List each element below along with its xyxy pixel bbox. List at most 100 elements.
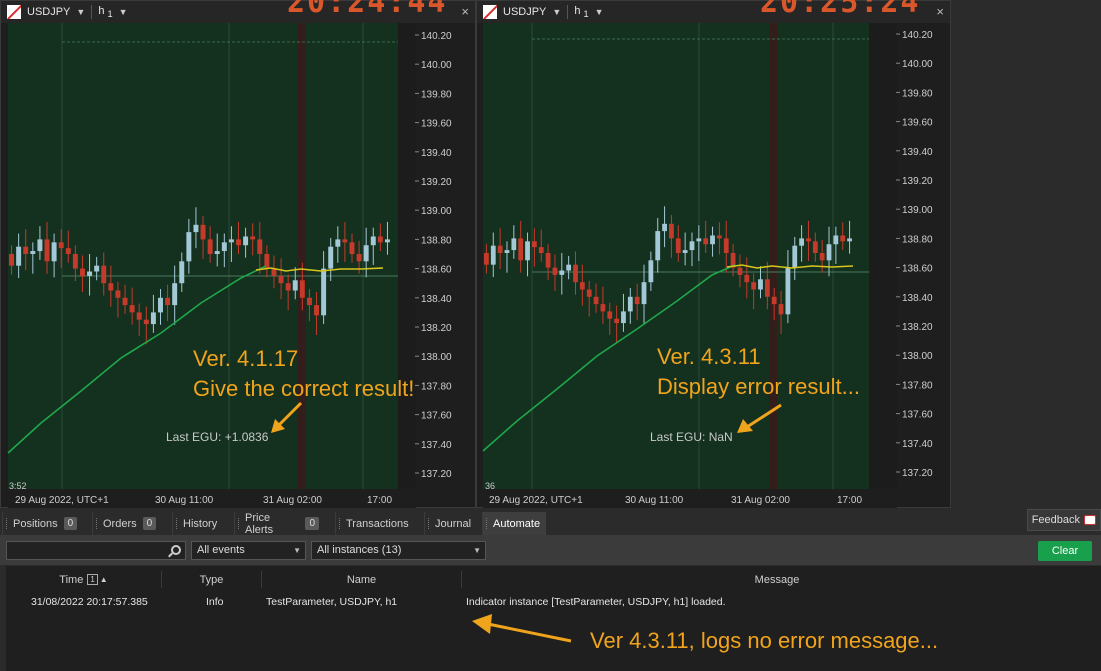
timeframe-selector[interactable]: h 1 xyxy=(574,5,588,19)
symbol-selector[interactable]: USDJPY xyxy=(27,6,70,18)
close-icon[interactable]: × xyxy=(461,4,469,19)
future-area xyxy=(398,23,416,489)
cell-message: Indicator instance [TestParameter, USDJP… xyxy=(466,596,726,608)
candle-body xyxy=(840,235,846,242)
drag-handle-icon[interactable] xyxy=(339,518,341,529)
candle-body xyxy=(179,261,185,284)
candle-body xyxy=(200,224,206,240)
chart-panel-2[interactable]: USDJPY ▼ h 1 ▼ 20:25:24 × 140.20 140.00 13… xyxy=(476,0,951,509)
tab-price-alerts[interactable]: Price Alerts 0 xyxy=(234,512,326,536)
tab-label: Positions xyxy=(13,517,58,530)
drag-handle-icon[interactable] xyxy=(176,518,178,529)
candle-body xyxy=(342,239,348,243)
clock-overlay: 20:25:24 xyxy=(760,0,921,20)
x-tick-label: 17:00 xyxy=(837,495,862,506)
y-tick-label: 139.40 xyxy=(421,148,452,159)
events-select[interactable]: All events ▼ xyxy=(191,541,306,560)
chevron-down-icon[interactable]: ▼ xyxy=(76,7,85,17)
candle-body xyxy=(243,236,249,246)
feedback-button[interactable]: Feedback xyxy=(1026,509,1101,531)
cell-time: 31/08/2022 20:17:57.385 xyxy=(31,596,148,608)
y-tick-label: 139.20 xyxy=(902,176,933,187)
candle-body xyxy=(115,290,121,298)
annotation-line: Ver. 4.3.11 xyxy=(657,344,761,369)
candle-body xyxy=(669,223,674,239)
column-label: Time xyxy=(59,573,84,586)
candle-body xyxy=(545,253,551,268)
last-egu-label: Last EGU: +1.0836 xyxy=(166,430,269,444)
x-tick-label: 31 Aug 02:00 xyxy=(263,495,322,506)
automate-toolbar: All events ▼ All instances (13) ▼ Clear xyxy=(0,535,1101,565)
header-divider xyxy=(567,5,569,19)
timeframe-selector[interactable]: h 1 xyxy=(98,5,112,19)
chart-panel-1[interactable]: USDJPY ▼ h 1 ▼ 20:24:44 × 140.20 140.00 13… xyxy=(0,0,476,509)
tab-transactions[interactable]: Transactions xyxy=(335,512,419,535)
y-tick-label: 139.80 xyxy=(902,88,933,99)
chevron-down-icon[interactable]: ▼ xyxy=(119,7,128,17)
drag-handle-icon[interactable] xyxy=(486,518,488,529)
right-background xyxy=(951,0,1101,508)
y-tick-label: 138.40 xyxy=(421,294,452,305)
candle-body xyxy=(497,245,503,253)
candle-body xyxy=(559,270,565,275)
tab-history[interactable]: History xyxy=(172,512,228,535)
x-tick-label: 31 Aug 02:00 xyxy=(731,495,790,506)
candle-body xyxy=(518,238,524,261)
annotation-arrow xyxy=(737,403,782,433)
annotation-arrow xyxy=(271,401,303,433)
candle-body xyxy=(744,274,750,283)
candle-body xyxy=(278,275,284,284)
clear-button[interactable]: Clear xyxy=(1038,541,1092,561)
candle-body xyxy=(703,238,709,245)
column-label: Type xyxy=(199,573,224,586)
y-tick-label: 137.40 xyxy=(421,440,452,451)
close-icon[interactable]: × xyxy=(936,4,944,19)
instances-select-value: All instances (13) xyxy=(317,544,402,556)
chevron-down-icon[interactable]: ▼ xyxy=(595,7,604,17)
instances-select[interactable]: All instances (13) ▼ xyxy=(311,541,486,560)
column-header-time[interactable]: Time 1 ▲ xyxy=(6,571,162,588)
candle-body xyxy=(356,254,362,262)
candle-body xyxy=(634,296,640,305)
column-header-name[interactable]: Name xyxy=(262,571,462,588)
candle-body xyxy=(682,250,688,253)
annotation-text: Ver. 4.1.17 Give the correct result! xyxy=(193,344,414,404)
chevron-down-icon[interactable]: ▼ xyxy=(552,7,561,17)
candle-body xyxy=(299,280,305,298)
y-tick-label: 139.20 xyxy=(421,177,452,188)
tab-automate[interactable]: Automate xyxy=(482,512,546,535)
candle-body xyxy=(792,245,798,268)
log-annotation-arrow xyxy=(472,614,572,643)
candle-body xyxy=(484,253,489,265)
y-tick-label: 138.00 xyxy=(902,351,933,362)
symbol-selector[interactable]: USDJPY xyxy=(503,6,546,18)
y-tick-label: 138.20 xyxy=(902,322,933,333)
drag-handle-icon[interactable] xyxy=(96,518,98,529)
y-tick-label: 137.60 xyxy=(902,410,933,421)
candle-body xyxy=(696,238,702,242)
drag-handle-icon[interactable] xyxy=(6,518,8,529)
candle-body xyxy=(826,244,832,261)
tab-positions[interactable]: Positions 0 xyxy=(2,512,82,535)
tab-label: History xyxy=(183,517,218,530)
column-header-message[interactable]: Message xyxy=(462,571,1092,588)
candle-body xyxy=(627,296,633,312)
search-input[interactable] xyxy=(6,541,186,560)
candle-body xyxy=(579,282,585,290)
tab-label: Automate xyxy=(493,517,541,530)
tab-journal[interactable]: Journal xyxy=(424,512,476,535)
future-area xyxy=(869,23,897,489)
drag-handle-icon[interactable] xyxy=(238,518,240,529)
column-header-type[interactable]: Type xyxy=(162,571,262,588)
search-icon[interactable] xyxy=(171,545,181,555)
y-tick-label: 140.00 xyxy=(421,60,452,71)
candle-body xyxy=(538,247,544,253)
bottom-tab-bar: Positions 0 Orders 0 History Price Alerts 0… xyxy=(0,508,1101,536)
chevron-down-icon: ▼ xyxy=(293,546,301,555)
tab-orders[interactable]: Orders 0 xyxy=(92,512,162,535)
drag-handle-icon[interactable] xyxy=(428,518,430,529)
count-badge: 0 xyxy=(142,517,157,530)
candle-body xyxy=(785,267,791,315)
candle-body xyxy=(250,236,256,240)
candle-body xyxy=(335,239,341,247)
